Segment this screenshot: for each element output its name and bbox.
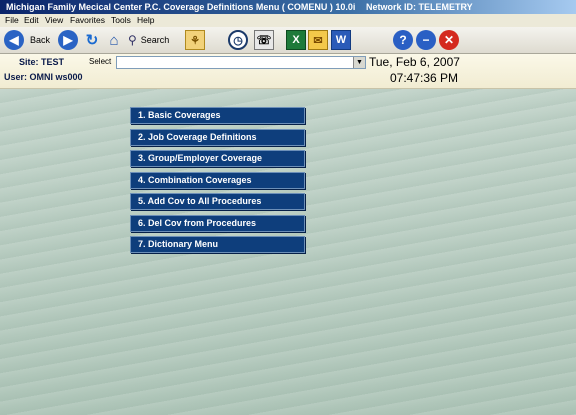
back-button[interactable]: ◀ Back xyxy=(4,30,50,50)
close-button[interactable]: ✕ xyxy=(439,30,459,50)
minus-icon: − xyxy=(416,30,436,50)
network-id: Network ID: TELEMETRY xyxy=(366,2,473,12)
menu-file[interactable]: File xyxy=(5,14,19,27)
excel-button[interactable]: X xyxy=(286,30,306,50)
menu-tools[interactable]: Tools xyxy=(111,14,131,27)
help-button[interactable]: ? xyxy=(393,30,413,50)
clock-button[interactable]: ◷ xyxy=(228,30,248,50)
close-icon: ✕ xyxy=(439,30,459,50)
home-button[interactable]: ⌂ xyxy=(104,30,124,50)
menu-add-cov-to-all-procedures[interactable]: 5. Add Cov to All Procedures xyxy=(130,193,305,210)
word-button[interactable]: W xyxy=(331,30,351,50)
search-icon: ⚲ xyxy=(128,33,137,47)
clock-icon: ◷ xyxy=(228,30,248,50)
site-label: Site: TEST xyxy=(19,57,65,67)
back-arrow-icon: ◀ xyxy=(4,30,24,50)
forward-arrow-icon: ▶ xyxy=(58,30,78,50)
menu-combination-coverages[interactable]: 4. Combination Coverages xyxy=(130,172,305,189)
menu-group-employer-coverage[interactable]: 3. Group/Employer Coverage xyxy=(130,150,305,167)
menu-view[interactable]: View xyxy=(45,14,63,27)
fax-button[interactable]: ☏ xyxy=(254,30,274,50)
main-area: 1. Basic Coverages 2. Job Coverage Defin… xyxy=(0,89,576,415)
help-icon: ? xyxy=(393,30,413,50)
key-icon: ⚘ xyxy=(185,30,205,50)
title-bar: Michigan Family Mecical Center P.C. Cove… xyxy=(0,0,576,14)
fax-icon: ☏ xyxy=(254,30,274,50)
window-title: Michigan Family Mecical Center P.C. Cove… xyxy=(6,2,356,12)
excel-icon: X xyxy=(286,30,306,50)
select-label: Select xyxy=(89,57,112,66)
info-bar: Site: TEST User: OMNI ws000 Select ▼ Tue… xyxy=(0,54,576,89)
tools-button[interactable]: ⚘ xyxy=(185,30,205,50)
menu-dictionary-menu[interactable]: 7. Dictionary Menu xyxy=(130,236,305,253)
refresh-icon: ↻ xyxy=(85,32,99,49)
refresh-button[interactable]: ↻ xyxy=(82,30,102,50)
word-icon: W xyxy=(331,30,351,50)
select-dropdown[interactable]: ▼ xyxy=(116,56,366,69)
mail-icon: ✉ xyxy=(308,30,328,50)
menu-help[interactable]: Help xyxy=(137,14,154,27)
menu-favorites[interactable]: Favorites xyxy=(70,14,105,27)
forward-button[interactable]: ▶ xyxy=(58,30,78,50)
menu-edit[interactable]: Edit xyxy=(24,14,39,27)
menu-del-cov-from-procedures[interactable]: 6. Del Cov from Procedures xyxy=(130,215,305,232)
toolbar: ◀ Back ▶ ↻ ⌂ ⚲ Search ⚘ ◷ ☏ X ✉ W ? − ✕ xyxy=(0,27,576,54)
search-button[interactable]: ⚲ Search xyxy=(128,30,169,50)
user-label: User: OMNI ws000 xyxy=(4,72,83,82)
menu-basic-coverages[interactable]: 1. Basic Coverages xyxy=(130,107,305,124)
outlook-button[interactable]: ✉ xyxy=(308,30,328,50)
menu-bar: File Edit View Favorites Tools Help xyxy=(0,14,576,28)
time-display: 07:47:36 PM xyxy=(390,71,459,85)
chevron-down-icon[interactable]: ▼ xyxy=(353,57,365,68)
menu-job-coverage-definitions[interactable]: 2. Job Coverage Definitions xyxy=(130,129,305,146)
minimize-button[interactable]: − xyxy=(416,30,436,50)
home-icon: ⌂ xyxy=(109,31,119,49)
date-display: Tue, Feb 6, 2007 xyxy=(369,55,460,69)
